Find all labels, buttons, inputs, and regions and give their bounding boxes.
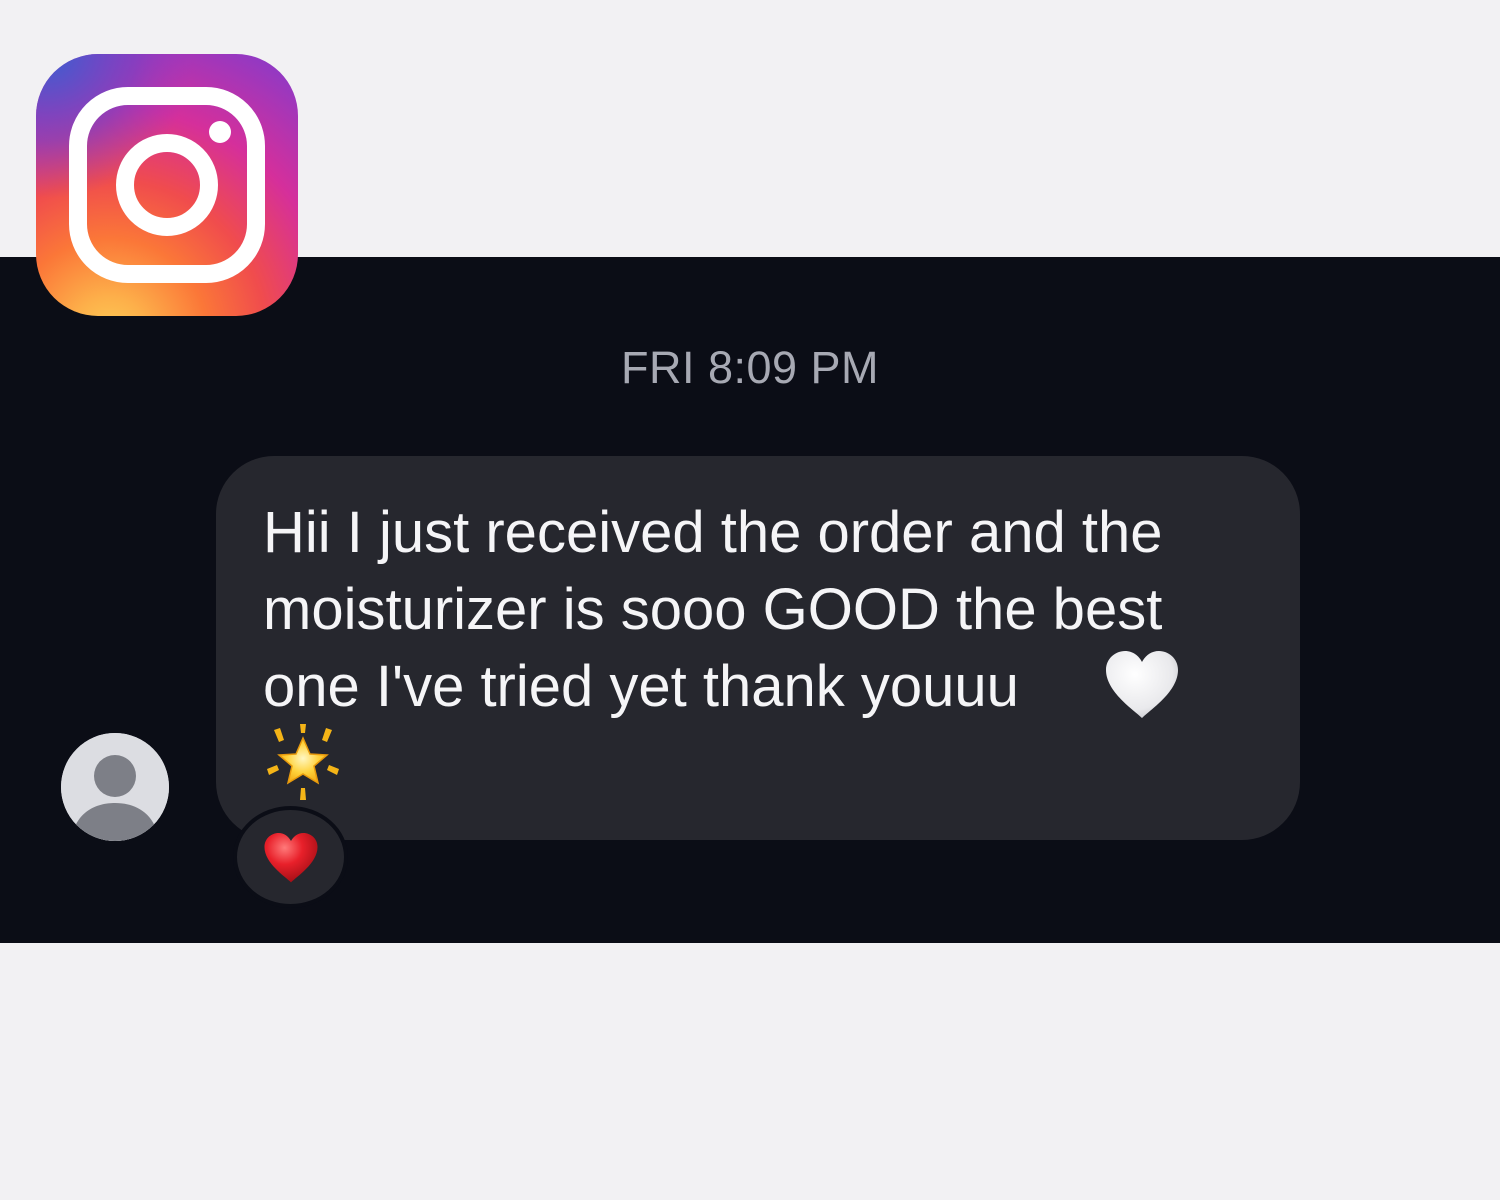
glowing-star-icon (267, 724, 339, 800)
white-heart-icon (1106, 651, 1178, 718)
message-body: Hii I just received the order and the mo… (263, 500, 1163, 719)
instagram-logo (36, 54, 298, 316)
message-timestamp: FRI 8:09 PM (620, 342, 880, 393)
reaction-badge[interactable] (233, 806, 348, 908)
red-heart-icon (264, 832, 318, 883)
sender-avatar[interactable] (61, 733, 169, 841)
default-avatar-icon (61, 733, 169, 841)
